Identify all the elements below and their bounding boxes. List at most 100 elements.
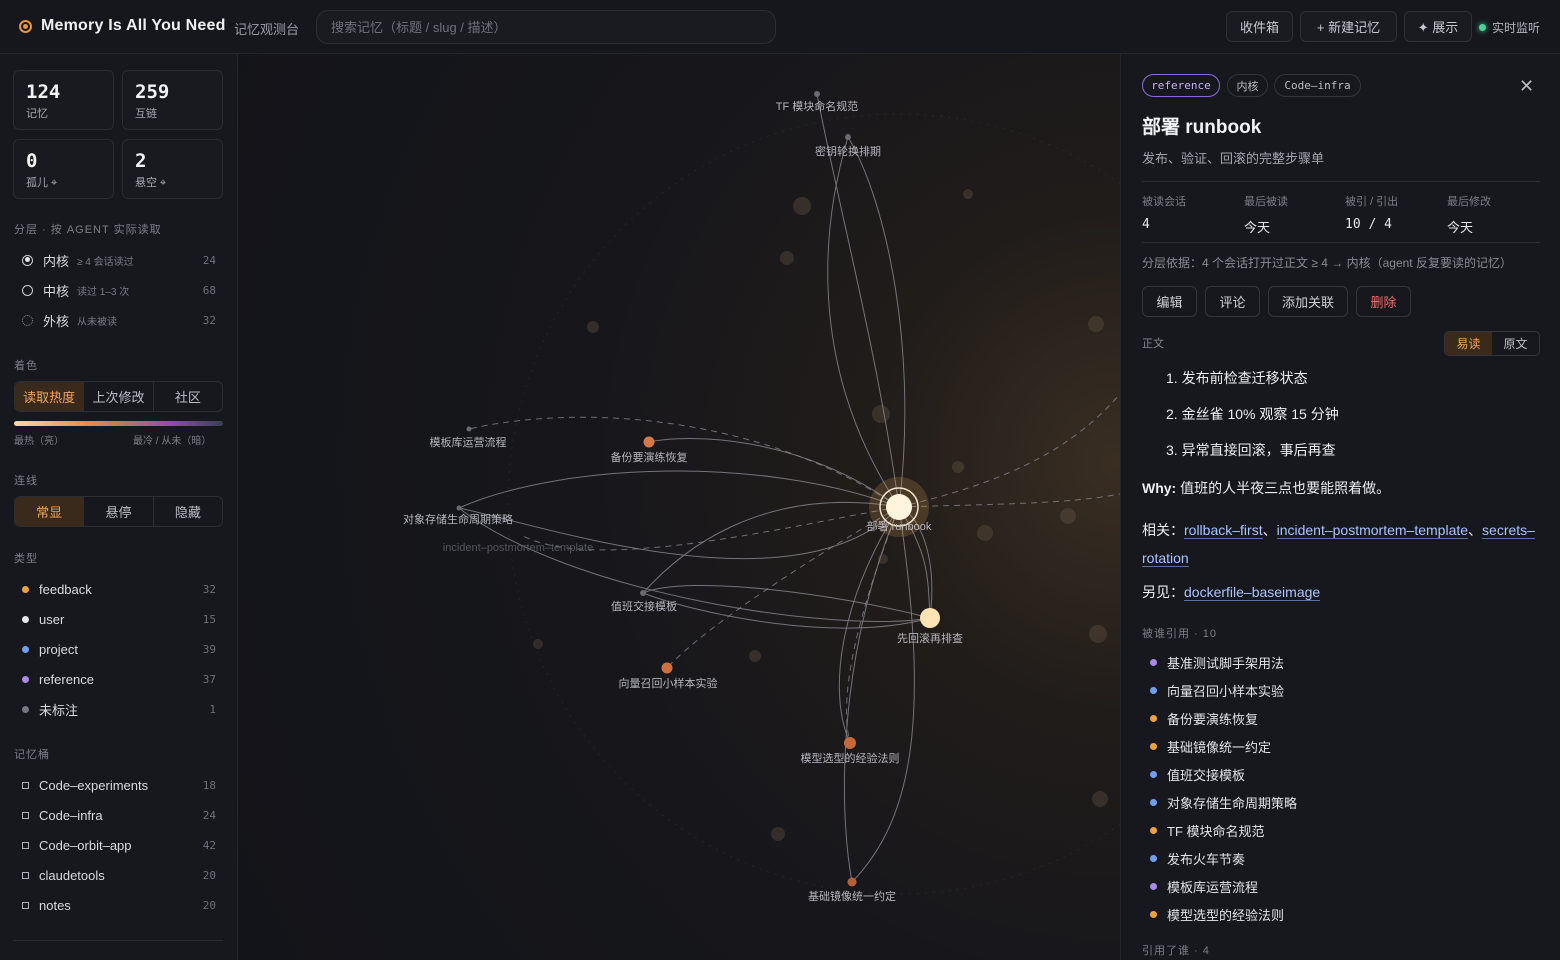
heat-gradient-legend [14,421,223,426]
graph-canvas[interactable]: TF 模块命名规范 密钥轮换排期 模板库运营流程 备份要演练恢复 对象存储生命周… [238,54,1120,960]
graph-node[interactable] [845,134,851,140]
coloring-option-modified[interactable]: 上次修改 [84,382,154,411]
stat-label: 悬空 ⌖ [135,177,167,189]
sidebar: 124 记忆 259 互链 0 孤儿 ⌖ 2 悬空 ⌖ 分层 · 按 AGENT… [0,54,238,960]
layer-name: 外核 [43,313,70,329]
why-text: 值班的人半夜三点也要能照着做。 [1176,480,1391,496]
graph-node[interactable] [844,737,856,749]
layer-core[interactable]: 内核 ≥ 4 会话读过 24 [14,249,216,271]
live-status-icon [1479,24,1486,31]
cited-by-name: 基准测试脚手架用法 [1167,656,1285,671]
bucket-item[interactable]: Code–infra 24 [14,804,216,826]
cited-by-item[interactable]: 向量召回小样本实验 [1150,681,1284,700]
graph-node[interactable] [640,590,646,596]
logo-icon [19,20,32,33]
view-mode-toggle: 易读 原文 [1444,331,1540,356]
cited-by-item[interactable]: TF 模块命名规范 [1150,821,1265,840]
related-link[interactable]: incident–postmortem–template [1276,522,1469,539]
type-name: reference [39,671,94,687]
new-memory-button[interactable]: + 新建记忆 [1300,11,1397,42]
view-mode-readable[interactable]: 易读 [1445,332,1492,355]
cited-by-item[interactable]: 模型选型的经验法则 [1150,905,1284,924]
graph-node[interactable] [661,662,673,674]
layer-middle[interactable]: 中核 读过 1–3 次 68 [14,279,216,301]
inbox-button[interactable]: 收件箱 [1226,11,1293,42]
types-heading: 类型 [14,553,38,565]
delete-button[interactable]: 删除 [1356,286,1411,317]
gradient-cold-label: 最冷 / 从未（暗） [133,436,212,447]
stat-links: 259 互链 [122,70,223,130]
bucket-item[interactable]: notes 20 [14,894,216,916]
edit-button[interactable]: 编辑 [1142,286,1197,317]
related-line: 相关：rollback–first、incident–postmortem–te… [1142,522,1535,567]
type-feedback[interactable]: feedback 32 [14,578,216,600]
stat-orphans[interactable]: 0 孤儿 ⌖ [13,139,114,199]
live-toggle[interactable]: 实时监听 [1479,19,1540,36]
cited-by-item[interactable]: 备份要演练恢复 [1150,709,1258,728]
graph-node[interactable] [643,436,655,448]
node-label-selected: 部署 runbook [867,519,932,533]
graph-node[interactable] [456,505,462,511]
cited-by-name: 值班交接模板 [1167,768,1246,783]
type-user[interactable]: user 15 [14,608,216,630]
type-project[interactable]: project 39 [14,638,216,660]
step-item: 2. 金丝雀 10% 观察 15 分钟 [1166,406,1339,422]
node-label: 基础镜像统一约定 [808,889,896,903]
graph-node[interactable] [466,426,472,432]
cited-by-item[interactable]: 对象存储生命周期策略 [1150,793,1297,812]
cited-by-item[interactable]: 基础镜像统一约定 [1150,737,1271,756]
cited-by-item[interactable]: 基准测试脚手架用法 [1150,653,1284,672]
links-option-always[interactable]: 常显 [15,497,85,526]
graph-node[interactable] [814,91,820,97]
layer-hint: 读过 1–3 次 [77,286,130,298]
seealso-link[interactable]: dockerfile–baseimage [1184,584,1321,601]
bucket-item[interactable]: Code–experiments 18 [14,774,216,796]
type-color-dot [1150,715,1157,722]
step-item: 3. 异常直接回滚，事后再查 [1166,442,1336,458]
radio-selected-icon [22,254,33,266]
add-link-button[interactable]: 添加关联 [1268,286,1348,317]
cited-by-item[interactable]: 模板库运营流程 [1150,877,1258,896]
layer-hint: ≥ 4 会话读过 [77,256,134,268]
links-option-hide[interactable]: 隐藏 [154,497,222,526]
search-input[interactable] [317,11,775,43]
view-mode-raw[interactable]: 原文 [1492,332,1539,355]
type-reference[interactable]: reference 37 [14,668,216,690]
live-label: 实时监听 [1492,21,1541,35]
layer-outer[interactable]: 外核 从未被读 32 [14,309,216,331]
graph-node[interactable] [920,608,940,628]
tag-bucket[interactable]: Code–infra [1274,74,1361,97]
bucket-item[interactable]: claudetools 20 [14,864,216,886]
search-box[interactable] [316,10,776,44]
close-icon[interactable]: ✕ [1519,76,1534,97]
comment-button[interactable]: 评论 [1205,286,1260,317]
cited-by-name: 对象存储生命周期策略 [1167,796,1298,811]
memory-title: 部署 runbook [1142,117,1262,138]
cited-by-heading: 被谁引用 · 10 [1142,628,1218,640]
cited-by-item[interactable]: 值班交接模板 [1150,765,1245,784]
bucket-count: 24 [202,808,216,822]
graph-node[interactable] [847,877,857,887]
stat-value: 259 [135,81,170,103]
cited-by-name: 基础镜像统一约定 [1167,740,1272,755]
memory-graph[interactable]: TF 模块命名规范 密钥轮换排期 模板库运营流程 备份要演练恢复 对象存储生命周… [238,54,1120,960]
node-label: 向量召回小样本实验 [619,676,718,690]
links-option-hover[interactable]: 悬停 [84,497,154,526]
meta-value: 4 [1142,217,1150,232]
related-link[interactable]: rollback–first [1184,522,1263,539]
stat-dangling[interactable]: 2 悬空 ⌖ [122,139,223,199]
tag-layer[interactable]: 内核 [1227,74,1268,97]
show-button[interactable]: ✦ 展示 [1404,11,1472,42]
selected-node[interactable] [886,494,912,520]
bucket-item[interactable]: Code–orbit–app 42 [14,834,216,856]
checkbox-icon [22,811,29,819]
coloring-option-heat[interactable]: 读取热度 [15,382,85,411]
type-untagged[interactable]: 未标注 1 [14,698,216,720]
bucket-count: 20 [202,868,216,882]
checkbox-icon [22,781,29,789]
graph-nodes[interactable] [456,91,941,887]
cited-by-name: 模型选型的经验法则 [1167,908,1285,923]
tag-type[interactable]: reference [1142,74,1220,97]
cited-by-item[interactable]: 发布火车节奏 [1150,849,1245,868]
coloring-option-community[interactable]: 社区 [154,382,222,411]
